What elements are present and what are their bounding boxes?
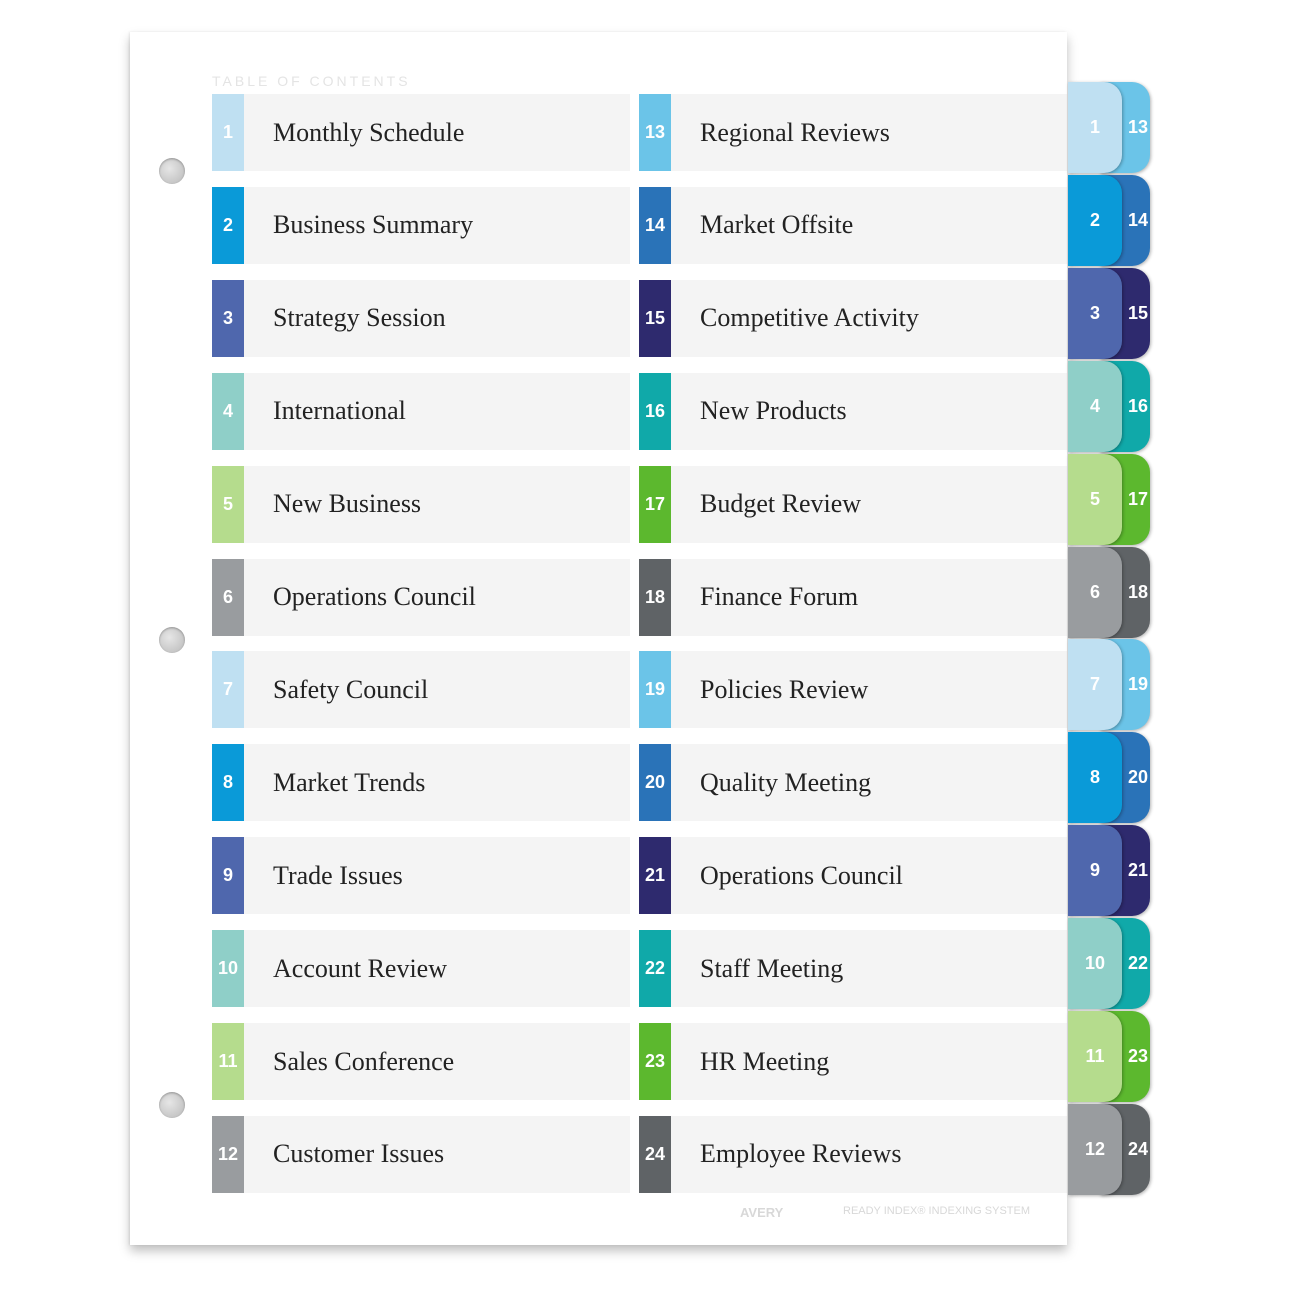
entry-number: 17 [639,465,671,543]
entry-number: 23 [639,1023,671,1100]
toc-entry[interactable]: 9 Trade Issues [212,837,630,915]
entry-number: 2 [212,186,244,264]
footer-system-text: READY INDEX® INDEXING SYSTEM [843,1205,1030,1217]
index-tab[interactable]: 6 [1068,546,1122,638]
entry-number: 4 [212,372,244,450]
toc-entry[interactable]: 11 Sales Conference [212,1023,630,1100]
index-tab[interactable]: 11 [1068,1011,1122,1102]
entry-number: 5 [212,465,244,543]
punch-hole [159,1092,185,1118]
entry-label: Regional Reviews [671,94,1067,171]
entry-label: International [244,372,630,450]
toc-entry[interactable]: 7 Safety Council [212,651,630,729]
entry-label: Employee Reviews [671,1115,1067,1193]
entry-label: Quality Meeting [671,744,1067,822]
entry-label: Staff Meeting [671,930,1067,1008]
entry-number: 8 [212,744,244,822]
punch-hole [159,627,185,653]
toc-entry[interactable]: 19 Policies Review [639,651,1067,729]
punch-hole [159,158,185,184]
toc-entry[interactable]: 6 Operations Council [212,558,630,636]
entry-label: Customer Issues [244,1115,630,1193]
entry-number: 9 [212,837,244,915]
entry-label: Trade Issues [244,837,630,915]
entry-number: 6 [212,558,244,636]
entry-number: 15 [639,279,671,357]
entry-label: Account Review [244,930,630,1008]
entry-number: 24 [639,1115,671,1193]
toc-entry[interactable]: 10 Account Review [212,930,630,1008]
entry-label: Sales Conference [244,1023,630,1100]
toc-entry[interactable]: 3 Strategy Session [212,279,630,357]
toc-entry[interactable]: 2 Business Summary [212,186,630,264]
toc-entry[interactable]: 14 Market Offsite [639,186,1067,264]
entry-number: 22 [639,930,671,1008]
index-tab[interactable]: 5 [1068,453,1122,545]
entry-label: Business Summary [244,186,630,264]
entry-label: Market Trends [244,744,630,822]
entry-label: New Products [671,372,1067,450]
entry-number: 21 [639,837,671,915]
index-tab[interactable]: 4 [1068,360,1122,452]
entry-label: Competitive Activity [671,279,1067,357]
toc-entry[interactable]: 15 Competitive Activity [639,279,1067,357]
toc-entry[interactable]: 18 Finance Forum [639,558,1067,636]
entry-label: Safety Council [244,651,630,729]
entry-number: 12 [212,1115,244,1193]
entry-number: 3 [212,279,244,357]
toc-entry[interactable]: 16 New Products [639,372,1067,450]
index-tab[interactable]: 10 [1068,918,1122,1010]
index-tab[interactable]: 8 [1068,732,1122,824]
entry-label: Operations Council [671,837,1067,915]
toc-entry[interactable]: 22 Staff Meeting [639,930,1067,1008]
toc-entry[interactable]: 12 Customer Issues [212,1115,630,1193]
toc-entry[interactable]: 13 Regional Reviews [639,94,1067,171]
entry-number: 11 [212,1023,244,1100]
entry-number: 1 [212,94,244,171]
toc-entry[interactable]: 8 Market Trends [212,744,630,822]
toc-entry[interactable]: 21 Operations Council [639,837,1067,915]
entry-label: Monthly Schedule [244,94,630,171]
entry-label: Finance Forum [671,558,1067,636]
toc-entry[interactable]: 1 Monthly Schedule [212,94,630,171]
avery-logo: AVERY [740,1205,784,1220]
entry-label: HR Meeting [671,1023,1067,1100]
entry-number: 20 [639,744,671,822]
index-tab[interactable]: 1 [1068,82,1122,173]
index-tab[interactable]: 3 [1068,267,1122,359]
index-tab[interactable]: 9 [1068,825,1122,917]
entry-label: Policies Review [671,651,1067,729]
index-tab[interactable]: 2 [1068,174,1122,266]
toc-entry[interactable]: 4 International [212,372,630,450]
entry-label: Budget Review [671,465,1067,543]
entry-number: 13 [639,94,671,171]
page-title: TABLE OF CONTENTS [212,73,411,89]
entry-number: 14 [639,186,671,264]
entry-number: 16 [639,372,671,450]
index-tab[interactable]: 12 [1068,1103,1122,1195]
toc-entry[interactable]: 5 New Business [212,465,630,543]
entry-label: Operations Council [244,558,630,636]
entry-number: 10 [212,930,244,1008]
toc-entry[interactable]: 24 Employee Reviews [639,1115,1067,1193]
index-tab[interactable]: 7 [1068,639,1122,731]
entry-number: 18 [639,558,671,636]
toc-entry[interactable]: 23 HR Meeting [639,1023,1067,1100]
entry-label: Strategy Session [244,279,630,357]
toc-entry[interactable]: 20 Quality Meeting [639,744,1067,822]
entry-number: 7 [212,651,244,729]
entry-label: New Business [244,465,630,543]
entry-number: 19 [639,651,671,729]
entry-label: Market Offsite [671,186,1067,264]
toc-entry[interactable]: 17 Budget Review [639,465,1067,543]
